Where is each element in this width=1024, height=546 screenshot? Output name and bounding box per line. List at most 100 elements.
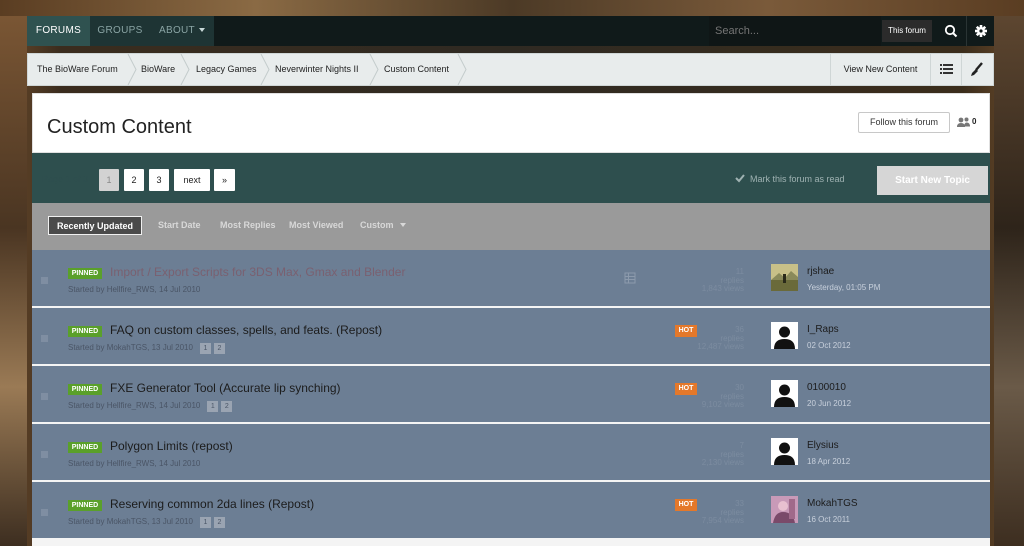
topic-page-2[interactable]: 2	[213, 517, 225, 528]
topic-title[interactable]: FAQ on custom classes, spells, and feats…	[110, 323, 382, 337]
activity-list-button[interactable]	[930, 54, 961, 85]
breadcrumb-separator	[180, 54, 190, 85]
list-icon	[940, 64, 953, 74]
sort-start-date[interactable]: Start Date	[158, 220, 201, 230]
last-poster-name[interactable]: I_Raps	[807, 324, 839, 335]
search-input[interactable]	[709, 16, 881, 46]
avatar-silhouette-image	[771, 438, 798, 465]
pinned-badge: PINNED	[68, 442, 102, 453]
sort-custom-label: Custom	[360, 220, 394, 230]
topic-meta: Started by Hellfire_RWS, 14 Jul 2010	[68, 285, 200, 294]
last-poster-name[interactable]: rjshae	[807, 266, 834, 277]
topic-page-1[interactable]: 1	[207, 401, 219, 412]
topic-title[interactable]: Polygon Limits (repost)	[110, 439, 233, 453]
mark-read-label: Mark this forum as read	[750, 174, 845, 184]
last-post-date[interactable]: 16 Oct 2011	[807, 515, 850, 524]
avatar[interactable]	[771, 264, 798, 291]
sort-custom-dropdown[interactable]: Custom	[360, 220, 406, 230]
sort-recently-updated[interactable]: Recently Updated	[48, 216, 143, 235]
top-navigation: FORUMS GROUPS ABOUT This forum	[27, 16, 994, 46]
topic-started-by: Started by Hellfire_RWS, 14 Jul 2010	[68, 401, 201, 410]
breadcrumb-separator	[457, 54, 467, 85]
view-new-content-link[interactable]: View New Content	[830, 54, 930, 85]
pinned-badge: PINNED	[68, 268, 102, 279]
pinned-badge: PINNED	[68, 384, 102, 395]
sort-most-viewed[interactable]: Most Viewed	[289, 220, 343, 230]
unread-indicator	[41, 335, 48, 342]
last-post-date[interactable]: 20 Jun 2012	[807, 399, 851, 408]
avatar-silhouette-image	[771, 380, 798, 407]
page-1-button[interactable]: 1	[99, 169, 119, 191]
search-scope-button[interactable]: This forum	[882, 20, 932, 42]
topic-page-2[interactable]: 2	[221, 401, 233, 412]
topic-page-2[interactable]: 2	[213, 343, 225, 354]
last-poster-name[interactable]: MokahTGS	[807, 498, 858, 509]
follow-forum-button[interactable]: Follow this forum	[858, 112, 950, 133]
topic-started-by: Started by MokahTGS, 13 Jul 2010	[68, 517, 193, 526]
last-post-date[interactable]: 18 Apr 2012	[807, 457, 850, 466]
breadcrumb-item-bioware[interactable]: BioWare	[141, 54, 175, 85]
topic-row[interactable]: PINNED Polygon Limits (repost) Started b…	[32, 424, 990, 481]
followers-icon	[957, 117, 970, 127]
breadcrumb-separator	[369, 54, 379, 85]
page-title: Custom Content	[47, 116, 192, 138]
unread-indicator	[41, 451, 48, 458]
topic-title[interactable]: FXE Generator Tool (Accurate lip synchin…	[110, 381, 341, 395]
sort-most-replies[interactable]: Most Replies	[220, 220, 276, 230]
topic-row[interactable]: PINNED Import / Export Scripts for 3DS M…	[32, 250, 990, 307]
page-3-button[interactable]: 3	[149, 169, 169, 191]
topic-title[interactable]: Reserving common 2da lines (Repost)	[110, 497, 314, 511]
background-top	[0, 0, 1024, 16]
caret-down-icon	[399, 223, 406, 227]
avatar-landscape-image	[771, 264, 798, 291]
avatar[interactable]	[771, 322, 798, 349]
topic-page-1[interactable]: 1	[199, 343, 211, 354]
breadcrumb-item-neverwinter-nights-2[interactable]: Neverwinter Nights II	[275, 54, 359, 85]
page-count-label: Page 1 of 3	[42, 174, 89, 184]
last-poster-name[interactable]: 0100010	[807, 382, 846, 393]
search-icon	[944, 24, 958, 38]
settings-button[interactable]	[966, 16, 994, 46]
tab-forums[interactable]: FORUMS	[27, 16, 90, 46]
breadcrumb-item-custom-content[interactable]: Custom Content	[384, 54, 449, 85]
reply-count: 11 replies	[720, 267, 744, 285]
topic-title[interactable]: Import / Export Scripts for 3DS Max, Gma…	[110, 265, 405, 279]
sort-bar: Recently Updated Start Date Most Replies…	[32, 203, 990, 250]
background-right	[994, 16, 1024, 546]
breadcrumb-item-bioware-forum[interactable]: The BioWare Forum	[37, 54, 118, 85]
mark-read-link[interactable]: Mark this forum as read	[735, 173, 845, 184]
topic-list: PINNED Import / Export Scripts for 3DS M…	[32, 250, 990, 546]
pagination-bar: Page 1 of 3 1 2 3 next » Mark this forum…	[32, 153, 990, 203]
caret-down-icon	[198, 28, 205, 32]
preview-icon[interactable]	[624, 272, 636, 284]
topic-row[interactable]: PINNED FAQ on custom classes, spells, an…	[32, 308, 990, 365]
topic-row[interactable]: PINNED Reserving common 2da lines (Repos…	[32, 482, 990, 539]
topic-row[interactable]: PINNED FXE Generator Tool (Accurate lip …	[32, 366, 990, 423]
topic-meta: Started by MokahTGS, 13 Jul 2010 1 2	[68, 517, 225, 528]
avatar-portrait-image	[771, 496, 798, 523]
start-new-topic-button[interactable]: Start New Topic	[877, 166, 988, 195]
last-post-date[interactable]: Yesterday, 01:05 PM	[807, 283, 880, 292]
page-2-button[interactable]: 2	[124, 169, 144, 191]
pinned-badge: PINNED	[68, 326, 102, 337]
avatar[interactable]	[771, 438, 798, 465]
reply-count: 33 replies	[720, 499, 744, 517]
last-post-date[interactable]: 02 Oct 2012	[807, 341, 851, 350]
breadcrumb-item-legacy-games[interactable]: Legacy Games	[196, 54, 257, 85]
theme-button[interactable]	[961, 54, 992, 85]
last-poster-name[interactable]: Elysius	[807, 440, 839, 451]
view-count: 12,487 views	[697, 342, 744, 351]
search-button[interactable]	[937, 16, 965, 46]
avatar[interactable]	[771, 380, 798, 407]
view-count: 7,954 views	[701, 516, 744, 525]
unread-indicator	[41, 393, 48, 400]
tab-about-label: ABOUT	[159, 25, 195, 36]
topic-started-by: Started by Hellfire_RWS, 14 Jul 2010	[68, 459, 201, 468]
next-page-button[interactable]: next	[174, 169, 210, 191]
reply-count: 30 replies	[720, 383, 744, 401]
avatar[interactable]	[771, 496, 798, 523]
tab-groups[interactable]: GROUPS	[90, 16, 150, 46]
last-page-button[interactable]: »	[214, 169, 235, 191]
topic-page-1[interactable]: 1	[199, 517, 211, 528]
tab-about[interactable]: ABOUT	[150, 16, 214, 46]
